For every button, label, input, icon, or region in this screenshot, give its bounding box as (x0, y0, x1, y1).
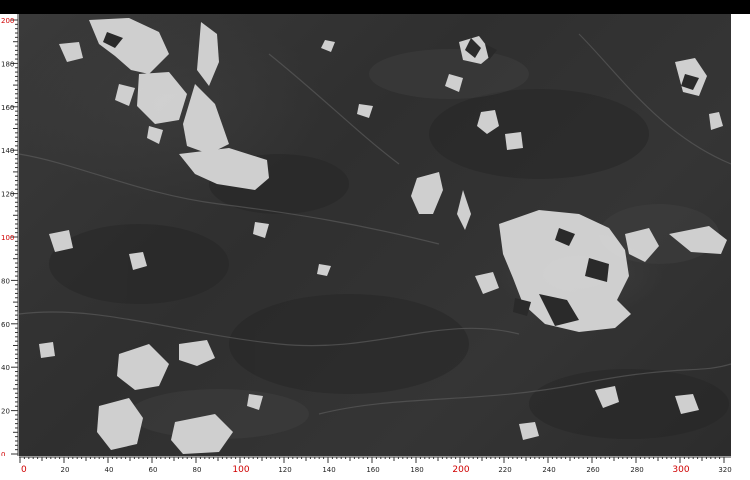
bottom-ruler-label: 300 (672, 465, 689, 475)
bottom-ruler-label: 60 (149, 466, 158, 474)
bottom-ruler-label: 280 (630, 466, 643, 474)
bottom-ruler-svg: 0 20 40 60 80 100 120 140 160 180 200 220 240 260 280 3… (19, 456, 732, 475)
marble-slab-photo (19, 14, 731, 456)
marble-texture (19, 18, 731, 454)
bottom-ruler-label: 100 (232, 465, 249, 475)
bottom-ruler: 0 20 40 60 80 100 120 140 160 180 200 220 240 260 280 3… (0, 456, 750, 476)
left-ruler-label: 100 (1, 234, 14, 242)
bottom-ruler-label: 320 (718, 466, 731, 474)
top-black-bar (0, 0, 750, 14)
bottom-ruler-label: 160 (366, 466, 379, 474)
left-ruler-label: 160 (1, 104, 14, 112)
bottom-ruler-label: 40 (105, 466, 114, 474)
bottom-ruler-label: 240 (542, 466, 555, 474)
left-ruler-label: 60 (1, 321, 10, 329)
left-ruler-label: 140 (1, 147, 14, 155)
left-ruler-label: 80 (1, 277, 10, 285)
left-ruler: 200 180 160 140 120 100 80 60 40 20 0 (0, 14, 19, 459)
left-ruler-label: 20 (1, 408, 10, 416)
left-ruler-svg: 200180160140120100806040200 (1, 14, 19, 459)
bottom-ruler-label: 260 (586, 466, 599, 474)
left-ruler-label: 40 (1, 364, 10, 372)
bottom-ruler-label: 200 (452, 465, 469, 475)
bottom-ruler-label: 80 (193, 466, 202, 474)
bottom-ruler-label: 20 (61, 466, 70, 474)
left-ruler-label: 200 (1, 17, 14, 25)
left-ruler-label: 180 (1, 60, 14, 68)
bottom-ruler-label: 120 (278, 466, 291, 474)
bottom-ruler-label: 0 (21, 465, 27, 475)
right-edge-strip (731, 14, 750, 456)
bottom-ruler-label: 180 (410, 466, 423, 474)
bottom-ruler-label: 220 (498, 466, 511, 474)
bottom-ruler-label: 140 (322, 466, 335, 474)
left-ruler-label: 120 (1, 191, 14, 199)
